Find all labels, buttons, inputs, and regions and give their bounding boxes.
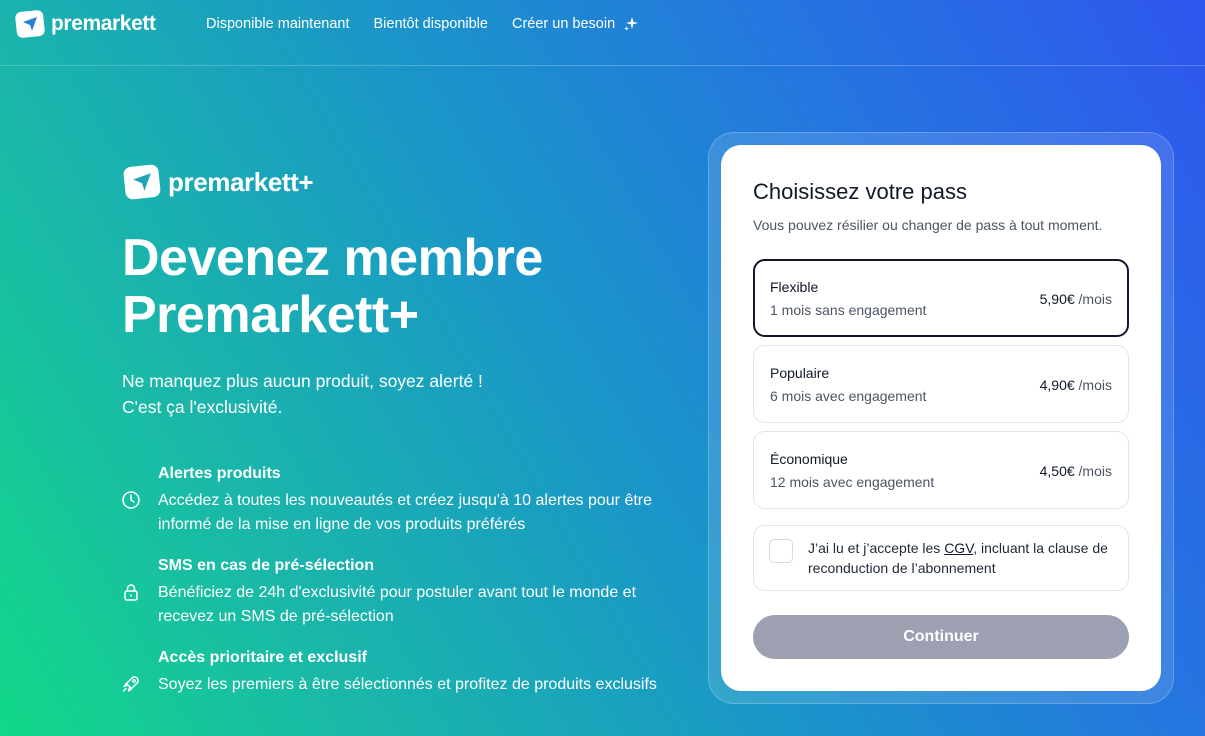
feature-description: Bénéficiez de 24h d'exclusivité pour pos… <box>158 584 637 625</box>
feature-acces-prioritaire: Accès prioritaire et exclusif Soyez les … <box>122 647 668 697</box>
brand-name: premarkett <box>51 12 156 35</box>
nav-creer-un-besoin[interactable]: Créer un besoin <box>512 16 615 32</box>
main-nav: Disponible maintenant Bientôt disponible… <box>206 16 639 32</box>
pass-card-subtitle: Vous pouvez résilier ou changer de pass … <box>753 217 1103 233</box>
plan-unit: /mois <box>1078 377 1112 393</box>
nav-bientot-disponible[interactable]: Bientôt disponible <box>373 16 487 32</box>
premarkett-logo-icon <box>123 164 161 200</box>
feature-sms-preselection: SMS en cas de pré-sélection Bénéficiez d… <box>124 555 668 629</box>
continue-button[interactable]: Continuer <box>753 615 1129 659</box>
clock-icon <box>122 491 140 509</box>
pass-card-title: Choisissez votre pass <box>753 179 967 204</box>
premarkett-plus-text: premarkett+ <box>168 166 314 197</box>
hero-subtitle: Ne manquez plus aucun produit, soyez ale… <box>122 368 642 420</box>
lock-icon <box>124 584 138 601</box>
subtitle-line-1: Ne manquez plus aucun produit, soyez ale… <box>122 371 483 391</box>
page-title: Devenez membre Premarkett+ <box>122 230 682 344</box>
premarkett-logo-icon <box>15 10 45 38</box>
plan-name: Économique <box>770 451 848 467</box>
terms-agreement: J’ai lu et j’accepte les CGV, incluant l… <box>753 525 1129 591</box>
plan-unit: /mois <box>1078 463 1112 479</box>
brand-logo[interactable]: premarkett <box>14 8 156 40</box>
cgv-link[interactable]: CGV <box>944 540 973 556</box>
plan-price-group: 4,50€ /mois <box>1040 463 1112 479</box>
feature-alertes-produits: Alertes produits Accédez à toutes les no… <box>122 463 668 537</box>
top-navbar: premarkett Disponible maintenant Bientôt… <box>0 0 1205 66</box>
plan-price-group: 4,90€ /mois <box>1040 377 1112 393</box>
plan-price: 4,90€ <box>1039 377 1075 393</box>
plan-price-group: 5,90€ /mois <box>1040 291 1112 307</box>
terms-text-before: J’ai lu et j’accepte les <box>808 540 945 556</box>
sparkle-icon <box>624 17 639 31</box>
plan-unit: /mois <box>1078 291 1112 307</box>
plan-term: 1 mois sans engagement <box>770 302 927 318</box>
terms-checkbox[interactable] <box>769 539 793 563</box>
feature-title: Alertes produits <box>158 465 281 482</box>
feature-title: SMS en cas de pré-sélection <box>158 557 375 574</box>
feature-description: Soyez les premiers à être sélectionnés e… <box>158 676 657 693</box>
plan-option-populaire[interactable]: Populaire 6 mois avec engagement 4,90€ /… <box>753 345 1129 423</box>
feature-title: Accès prioritaire et exclusif <box>158 649 367 666</box>
plan-option-flexible[interactable]: Flexible 1 mois sans engagement 5,90€ /m… <box>753 259 1129 337</box>
plan-name: Flexible <box>770 279 819 295</box>
plan-term: 12 mois avec engagement <box>770 474 935 490</box>
pass-card: Choisissez votre pass Vous pouvez résili… <box>721 145 1161 691</box>
title-line-2: Premarkett+ <box>122 286 419 344</box>
premarkett-plus-logo: premarkett+ <box>122 162 314 202</box>
plan-term: 6 mois avec engagement <box>770 388 927 404</box>
subtitle-line-2: C'est ça l'exclusivité. <box>122 397 283 417</box>
feature-description: Accédez à toutes les nouveautés et créez… <box>158 492 653 533</box>
plan-price: 5,90€ <box>1039 291 1075 307</box>
rocket-icon <box>122 676 139 692</box>
plan-name: Populaire <box>770 365 830 381</box>
terms-text: J’ai lu et j’accepte les CGV, incluant l… <box>808 538 1118 578</box>
nav-disponible-maintenant[interactable]: Disponible maintenant <box>206 16 349 32</box>
plan-price: 4,50€ <box>1039 463 1075 479</box>
title-line-1: Devenez membre <box>122 229 543 287</box>
plan-option-economique[interactable]: Économique 12 mois avec engagement 4,50€… <box>753 431 1129 509</box>
